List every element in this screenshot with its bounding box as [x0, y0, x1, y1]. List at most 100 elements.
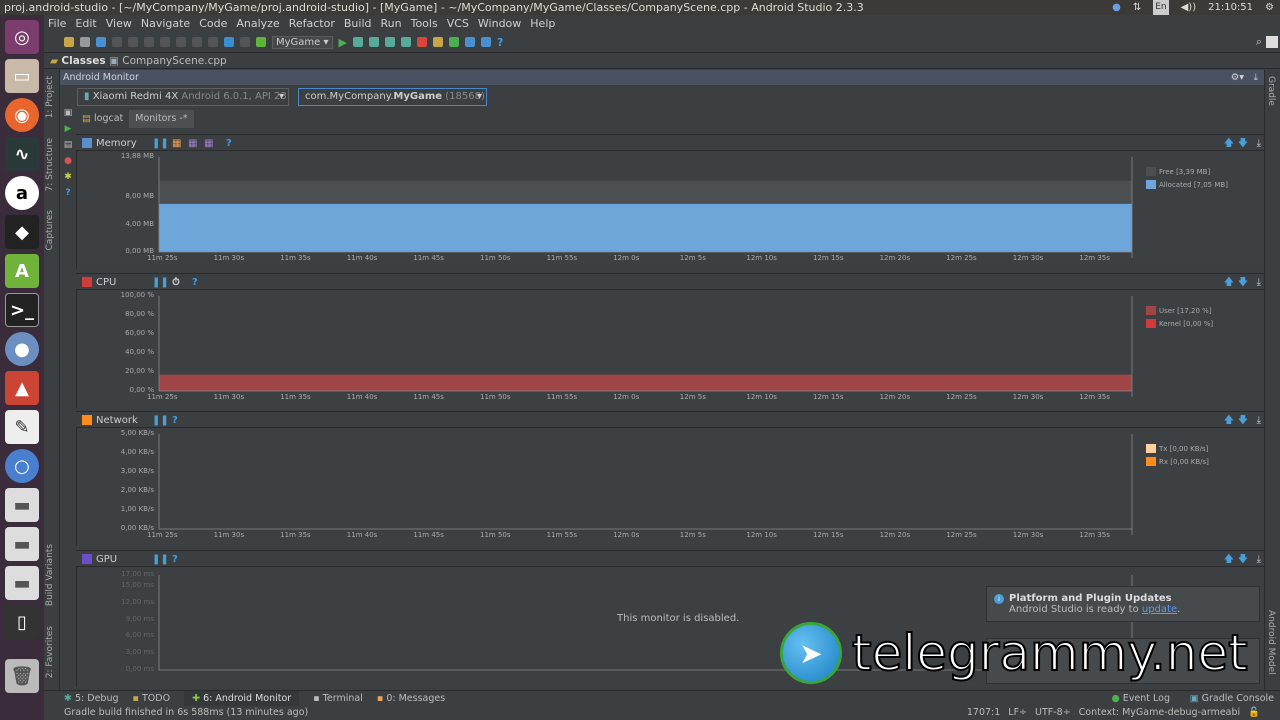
trash-icon[interactable]: 🗑 [5, 659, 39, 693]
menu-build[interactable]: Build [344, 15, 372, 32]
drive-icon[interactable]: ▬ [5, 527, 39, 561]
chromium-icon[interactable]: ○ [5, 449, 39, 483]
device-monitor-icon[interactable] [464, 37, 475, 47]
avd-manager-icon[interactable] [432, 37, 443, 47]
search-everywhere-icon[interactable]: ⌕ [1256, 35, 1262, 49]
pause-button[interactable]: ❚❚ [152, 135, 169, 152]
menu-view[interactable]: View [106, 15, 132, 32]
cut-icon[interactable] [144, 37, 154, 47]
line-separator[interactable]: LF÷ [1008, 706, 1027, 720]
move-down-icon[interactable]: 🡇 [1238, 135, 1248, 152]
run-config-select[interactable]: MyGame ▾ [272, 35, 333, 49]
text-editor-icon[interactable]: ✎ [5, 410, 39, 444]
tool-tab-terminal[interactable]: ▪ Terminal [313, 691, 363, 706]
help-icon[interactable]: ? [226, 135, 232, 152]
breadcrumb-classes[interactable]: Classes [61, 55, 105, 67]
lock-icon[interactable]: 🔓 [1248, 706, 1260, 720]
pause-button[interactable]: ❚❚ [152, 412, 169, 429]
open-icon[interactable] [64, 37, 74, 47]
redo-icon[interactable] [128, 37, 138, 47]
menu-refactor[interactable]: Refactor [289, 15, 335, 32]
tab-logcat[interactable]: ▤ logcat [76, 110, 129, 128]
keyboard-layout[interactable]: En [1153, 0, 1169, 15]
screenshot-icon[interactable]: ▣ [64, 108, 73, 118]
run-icon[interactable]: ▶ [339, 36, 347, 49]
tool-tab-captures[interactable]: Captures [45, 210, 55, 250]
layout-inspector-icon[interactable]: ✱ [64, 172, 72, 182]
move-down-icon[interactable]: 🡇 [1238, 412, 1248, 429]
menu-file[interactable]: File [48, 15, 66, 32]
tool-tab-debug[interactable]: ✱ 5: Debug [64, 691, 119, 706]
clock[interactable]: 21:10:51 [1208, 0, 1253, 15]
device-dropdown[interactable]: ▮ Xiaomi Redmi 4X Android 6.0.1, API 23 … [77, 88, 289, 106]
tool-tab-gradle[interactable]: Gradle [1266, 76, 1276, 106]
notification-updates[interactable]: i Platform and Plugin Updates Android St… [986, 586, 1260, 622]
pause-button[interactable]: ❚❚ [152, 274, 169, 291]
user-avatar-icon[interactable] [1266, 36, 1278, 48]
menu-tools[interactable]: Tools [411, 15, 438, 32]
attach-debugger-icon[interactable] [400, 37, 411, 47]
menu-help[interactable]: Help [530, 15, 555, 32]
inkscape-icon[interactable]: ◆ [5, 215, 39, 249]
dump-heap-button[interactable]: ▦ [188, 135, 197, 152]
move-up-icon[interactable]: 🡅 [1224, 135, 1234, 152]
drive-icon[interactable]: ▬ [5, 488, 39, 522]
move-down-icon[interactable]: 🡇 [1238, 551, 1248, 568]
move-down-icon[interactable]: 🡇 [1238, 274, 1248, 291]
apply-changes-icon[interactable] [352, 37, 363, 47]
breadcrumb-file[interactable]: CompanyScene.cpp [122, 55, 226, 67]
pause-button[interactable]: ❚❚ [152, 551, 169, 568]
gradle-console-button[interactable]: ▣ Gradle Console [1190, 691, 1274, 707]
files-icon[interactable]: ▭ [5, 59, 39, 93]
menu-analyze[interactable]: Analyze [236, 15, 279, 32]
tool-tab-structure[interactable]: 7: Structure [45, 138, 55, 192]
debug-icon[interactable] [368, 37, 379, 47]
minimize-icon[interactable]: ⤓ [1257, 135, 1261, 152]
help-icon[interactable]: ? [192, 274, 198, 291]
tool-tab-android-monitor[interactable]: ✚ 6: Android Monitor [184, 691, 300, 706]
menu-run[interactable]: Run [381, 15, 402, 32]
help-icon[interactable]: ? [497, 36, 503, 49]
sdk-manager-icon[interactable] [448, 37, 459, 47]
pin-icon[interactable]: -* [179, 113, 187, 124]
replace-icon[interactable] [208, 37, 218, 47]
amazon-icon[interactable]: a [5, 176, 39, 210]
minimize-icon[interactable]: ⤓ [1257, 551, 1261, 568]
move-up-icon[interactable]: 🡅 [1224, 551, 1234, 568]
phone-icon[interactable]: ▯ [5, 605, 39, 639]
tool-tab-android-model[interactable]: Android Model [1266, 610, 1276, 675]
help-icon[interactable]: ? [172, 412, 178, 429]
terminal-icon[interactable]: >_ [5, 293, 39, 327]
volume-icon[interactable]: ◀)) [1181, 0, 1197, 15]
system-info-icon[interactable]: ▤ [64, 140, 73, 150]
minimize-icon[interactable]: ⤓ [1257, 412, 1261, 429]
menu-edit[interactable]: Edit [75, 15, 96, 32]
stop-icon[interactable] [416, 37, 427, 47]
power-gear-icon[interactable]: ⚙ [1265, 0, 1274, 15]
game-icon[interactable]: ▲ [5, 371, 39, 405]
update-link[interactable]: update [1142, 604, 1177, 615]
tool-tab-project[interactable]: 1: Project [45, 76, 55, 118]
event-log-button[interactable]: ● Event Log [1111, 691, 1170, 707]
tool-tab-messages[interactable]: ▪ 0: Messages [377, 691, 445, 706]
allocation-tracking-button[interactable]: ▦ [204, 135, 213, 152]
undo-icon[interactable] [112, 37, 122, 47]
sync-icon[interactable] [96, 37, 106, 47]
gc-button[interactable]: ▦ [172, 135, 181, 152]
context-selector[interactable]: Context: MyGame-debug-armeabi [1079, 706, 1241, 720]
help-icon[interactable]: ? [172, 551, 178, 568]
dropbox-icon[interactable]: ● [1112, 0, 1121, 15]
file-encoding[interactable]: UTF-8÷ [1035, 706, 1071, 720]
tool-tab-favorites[interactable]: 2: Favorites [45, 626, 55, 678]
tool-tab-build-variants[interactable]: Build Variants [45, 544, 55, 606]
drive-icon[interactable]: ▬ [5, 566, 39, 600]
find-icon[interactable] [192, 37, 202, 47]
menu-navigate[interactable]: Navigate [141, 15, 190, 32]
tab-monitors[interactable]: Monitors -* [129, 110, 194, 128]
menu-window[interactable]: Window [478, 15, 521, 32]
project-structure-icon[interactable] [480, 37, 491, 47]
forward-icon[interactable] [240, 37, 250, 47]
terminate-app-icon[interactable]: ● [64, 156, 72, 166]
paste-icon[interactable] [176, 37, 186, 47]
screen-record-icon[interactable]: ▶ [65, 124, 72, 134]
